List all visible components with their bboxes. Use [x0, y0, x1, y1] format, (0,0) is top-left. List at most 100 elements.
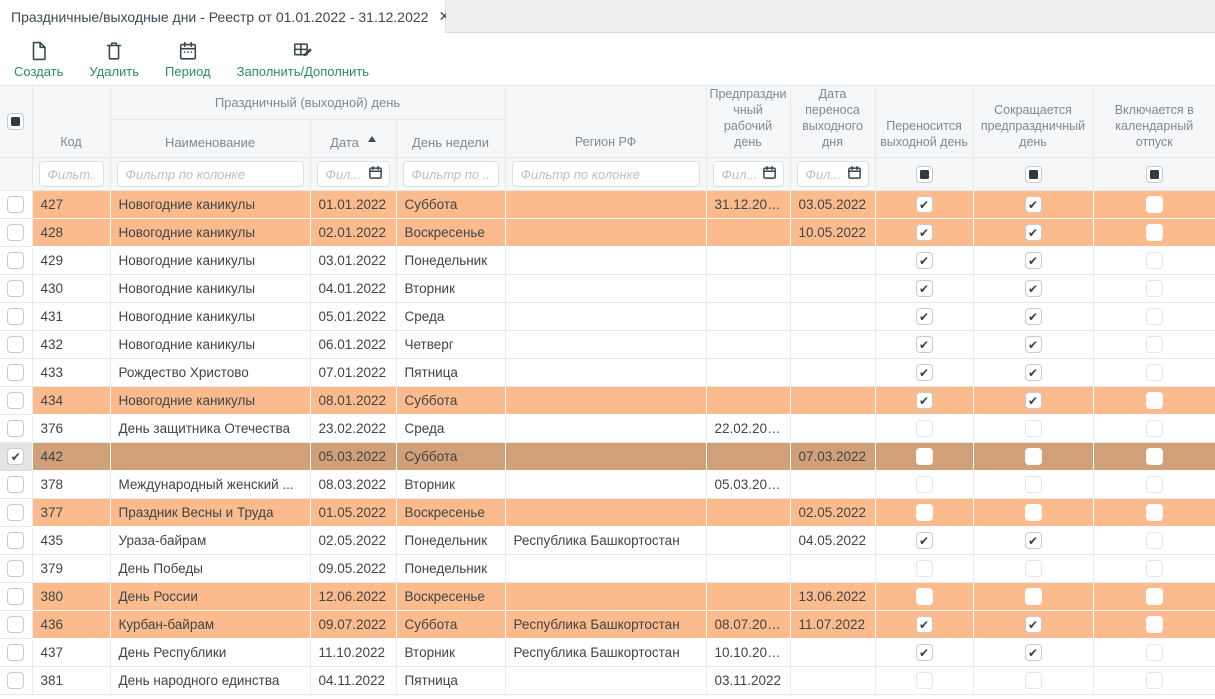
table-row[interactable]: 435Ураза-байрам02.05.2022ПонедельникРесп…: [0, 527, 1215, 555]
table-row[interactable]: 377Праздник Весны и Труда01.05.2022Воскр…: [0, 499, 1215, 527]
transfer-date-filter-input[interactable]: Фил...: [797, 161, 869, 187]
shortened-checkbox[interactable]: ✔: [1025, 308, 1042, 325]
vacation-checkbox[interactable]: [1146, 252, 1163, 269]
transfers-checkbox[interactable]: ✔: [916, 308, 933, 325]
row-select-checkbox[interactable]: [7, 476, 24, 493]
transfers-checkbox[interactable]: ✔: [916, 364, 933, 381]
vacation-checkbox[interactable]: [1146, 504, 1163, 521]
column-header-code[interactable]: Код: [32, 86, 110, 158]
calendar-icon[interactable]: [847, 165, 862, 183]
shortened-checkbox[interactable]: ✔: [1025, 336, 1042, 353]
date-filter-input[interactable]: Фил...: [317, 161, 390, 187]
table-row[interactable]: 431Новогодние каникулы05.01.2022Среда✔✔: [0, 303, 1215, 331]
shortened-filter-checkbox[interactable]: [1025, 166, 1042, 183]
transfers-checkbox[interactable]: ✔: [916, 224, 933, 241]
delete-button[interactable]: Удалить: [89, 40, 139, 79]
shortened-checkbox[interactable]: [1025, 672, 1042, 689]
table-row[interactable]: 433Рождество Христово07.01.2022Пятница✔✔: [0, 359, 1215, 387]
column-header-region[interactable]: Регион РФ: [505, 86, 706, 158]
vacation-checkbox[interactable]: [1146, 560, 1163, 577]
column-header-date[interactable]: Дата: [310, 120, 396, 158]
column-header-vacation[interactable]: Включается в календарный отпуск: [1093, 86, 1215, 158]
weekday-filter-input[interactable]: [403, 161, 499, 187]
shortened-checkbox[interactable]: ✔: [1025, 616, 1042, 633]
transfers-checkbox[interactable]: [916, 476, 933, 493]
vacation-checkbox[interactable]: [1146, 644, 1163, 661]
select-all-checkbox[interactable]: [7, 113, 24, 130]
transfers-checkbox[interactable]: [916, 672, 933, 689]
row-select-checkbox[interactable]: [7, 560, 24, 577]
transfers-checkbox[interactable]: ✔: [916, 616, 933, 633]
table-row[interactable]: 378Международный женский ...08.03.2022Вт…: [0, 471, 1215, 499]
vacation-checkbox[interactable]: [1146, 336, 1163, 353]
table-row[interactable]: 428Новогодние каникулы02.01.2022Воскресе…: [0, 219, 1215, 247]
row-select-checkbox[interactable]: [7, 308, 24, 325]
shortened-checkbox[interactable]: [1025, 476, 1042, 493]
row-select-checkbox[interactable]: [7, 336, 24, 353]
transfers-checkbox[interactable]: ✔: [916, 644, 933, 661]
table-row[interactable]: 430Новогодние каникулы04.01.2022Вторник✔…: [0, 275, 1215, 303]
table-row[interactable]: 380День России12.06.2022Воскресенье13.06…: [0, 583, 1215, 611]
vacation-checkbox[interactable]: [1146, 672, 1163, 689]
shortened-checkbox[interactable]: ✔: [1025, 252, 1042, 269]
row-select-checkbox[interactable]: [7, 616, 24, 633]
row-select-checkbox[interactable]: [7, 420, 24, 437]
column-header-name[interactable]: Наименование: [110, 120, 310, 158]
tab-holidays-registry[interactable]: Праздничные/выходные дни - Реестр от 01.…: [0, 0, 446, 33]
vacation-checkbox[interactable]: [1146, 448, 1163, 465]
column-header-transfer-date[interactable]: Дата переноса выходного дня: [790, 86, 875, 158]
column-header-preholiday[interactable]: Предпраздничный рабочий день: [706, 86, 790, 158]
vacation-checkbox[interactable]: [1146, 196, 1163, 213]
vacation-checkbox[interactable]: [1146, 616, 1163, 633]
row-select-checkbox[interactable]: [7, 392, 24, 409]
vacation-checkbox[interactable]: [1146, 392, 1163, 409]
vacation-checkbox[interactable]: [1146, 588, 1163, 605]
table-row[interactable]: 429Новогодние каникулы03.01.2022Понедель…: [0, 247, 1215, 275]
shortened-checkbox[interactable]: [1025, 588, 1042, 605]
transfers-checkbox[interactable]: [916, 588, 933, 605]
row-select-checkbox[interactable]: [7, 588, 24, 605]
calendar-icon[interactable]: [762, 165, 777, 183]
transfers-checkbox[interactable]: [916, 560, 933, 577]
column-header-shortened[interactable]: Сокращается предпраздничный день: [973, 86, 1093, 158]
column-header-weekday[interactable]: День недели: [396, 120, 505, 158]
row-select-checkbox[interactable]: [7, 224, 24, 241]
table-row[interactable]: 436Курбан-байрам09.07.2022СубботаРеспубл…: [0, 611, 1215, 639]
table-row[interactable]: 432Новогодние каникулы06.01.2022Четверг✔…: [0, 331, 1215, 359]
transfers-checkbox[interactable]: ✔: [916, 280, 933, 297]
row-select-checkbox[interactable]: [7, 364, 24, 381]
transfers-checkbox[interactable]: [916, 448, 933, 465]
shortened-checkbox[interactable]: ✔: [1025, 364, 1042, 381]
table-row[interactable]: 434Новогодние каникулы08.01.2022Суббота✔…: [0, 387, 1215, 415]
shortened-checkbox[interactable]: [1025, 504, 1042, 521]
code-filter-input[interactable]: [39, 161, 104, 187]
vacation-checkbox[interactable]: [1146, 532, 1163, 549]
create-button[interactable]: Создать: [14, 40, 63, 79]
shortened-checkbox[interactable]: ✔: [1025, 532, 1042, 549]
transfers-checkbox[interactable]: ✔: [916, 252, 933, 269]
row-select-checkbox[interactable]: [7, 196, 24, 213]
shortened-checkbox[interactable]: ✔: [1025, 280, 1042, 297]
transfers-checkbox[interactable]: ✔: [916, 336, 933, 353]
row-select-checkbox[interactable]: [7, 504, 24, 521]
vacation-checkbox[interactable]: [1146, 476, 1163, 493]
transfers-checkbox[interactable]: ✔: [916, 532, 933, 549]
row-select-checkbox[interactable]: ✔: [7, 448, 24, 465]
calendar-icon[interactable]: [368, 165, 383, 183]
sort-ascending-icon[interactable]: [368, 136, 376, 142]
transfers-filter-checkbox[interactable]: [916, 166, 933, 183]
transfers-checkbox[interactable]: ✔: [916, 196, 933, 213]
vacation-checkbox[interactable]: [1146, 308, 1163, 325]
transfers-checkbox[interactable]: ✔: [916, 392, 933, 409]
shortened-checkbox[interactable]: ✔: [1025, 392, 1042, 409]
row-select-checkbox[interactable]: [7, 644, 24, 661]
vacation-checkbox[interactable]: [1146, 224, 1163, 241]
transfers-checkbox[interactable]: [916, 420, 933, 437]
shortened-checkbox[interactable]: [1025, 448, 1042, 465]
column-header-transfers[interactable]: Переносится выходной день: [875, 86, 973, 158]
row-select-checkbox[interactable]: [7, 532, 24, 549]
row-select-checkbox[interactable]: [7, 672, 24, 689]
table-row[interactable]: ✔44205.03.2022Суббота07.03.2022: [0, 443, 1215, 471]
transfers-checkbox[interactable]: [916, 504, 933, 521]
vacation-checkbox[interactable]: [1146, 364, 1163, 381]
